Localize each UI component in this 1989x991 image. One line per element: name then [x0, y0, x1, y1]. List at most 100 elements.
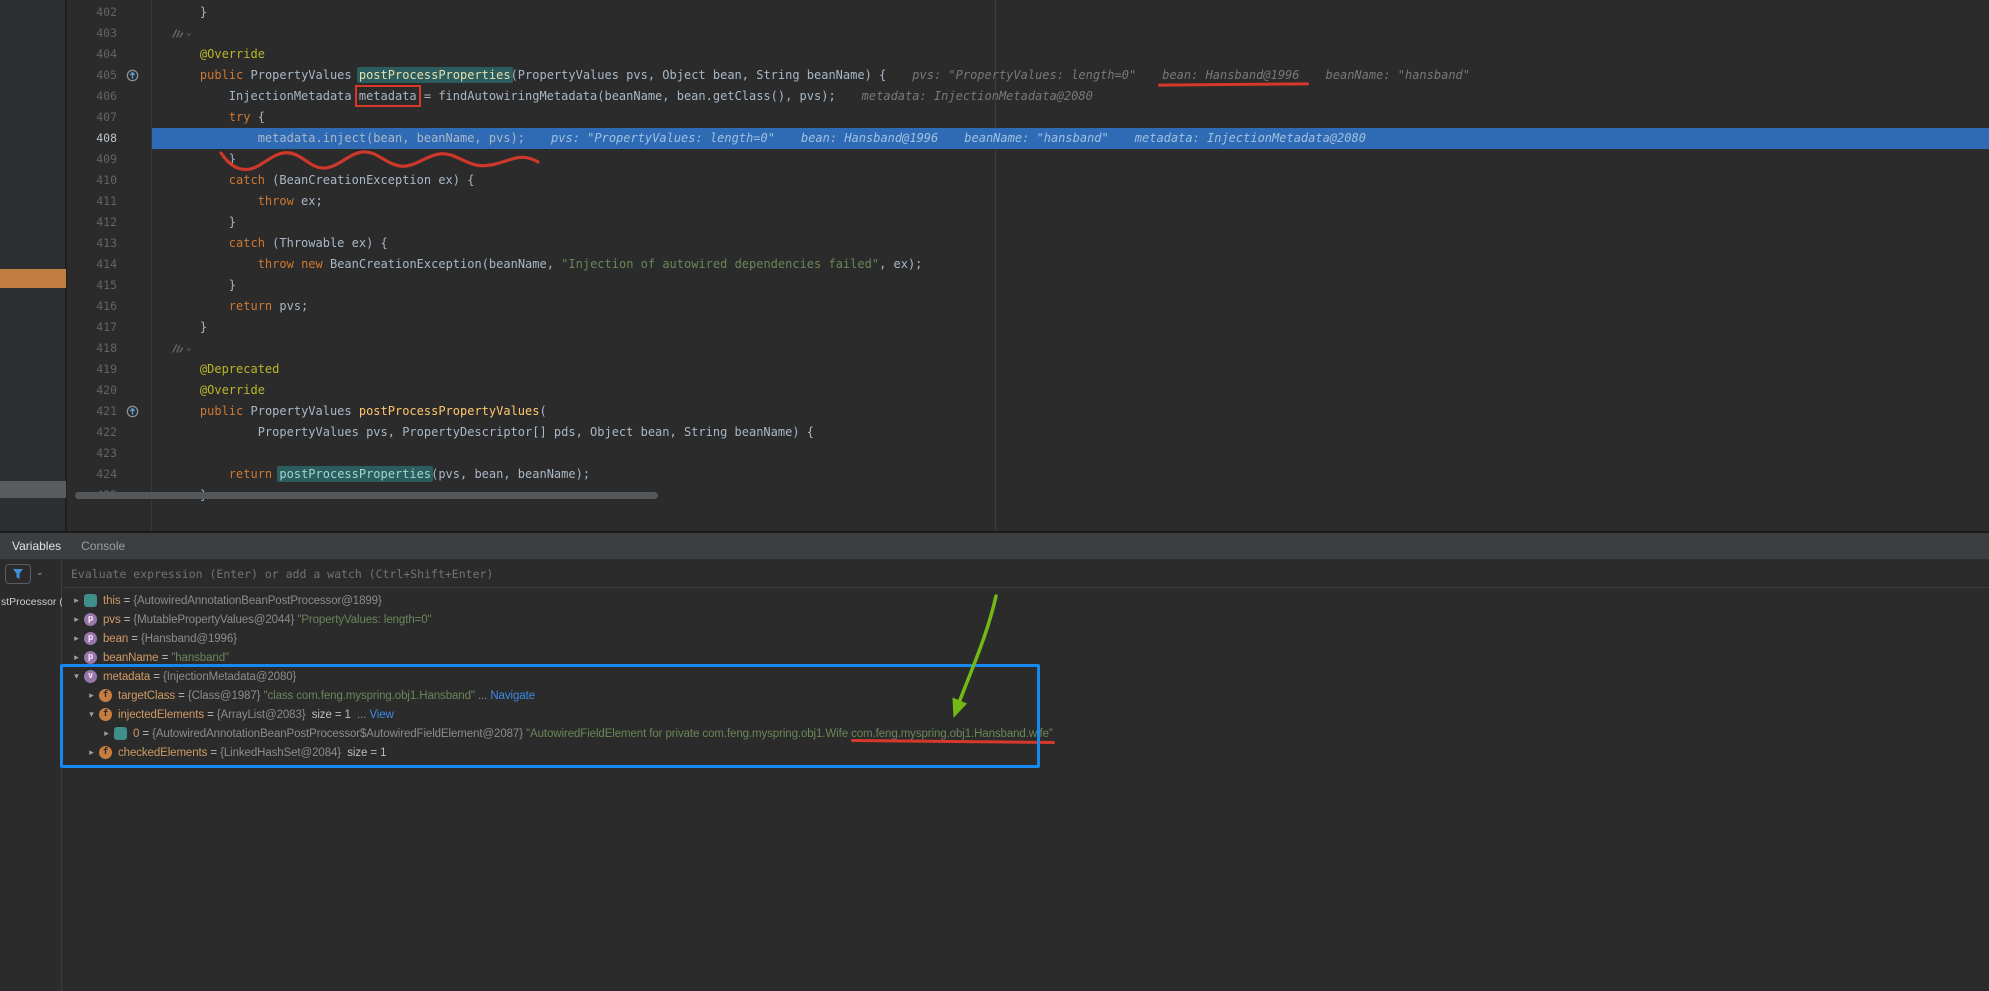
collapse-chevron-icon[interactable]: ▾	[69, 671, 84, 682]
code-content[interactable]: }	[152, 2, 1989, 23]
line-number[interactable]: 415	[67, 275, 117, 296]
editor-line[interactable]: 423	[67, 443, 1989, 464]
line-number[interactable]: 424	[67, 464, 117, 485]
editor-gutter-cell[interactable]: 408	[67, 128, 152, 149]
editor-gutter-cell[interactable]: 409	[67, 149, 152, 170]
expand-chevron-icon[interactable]: ▸	[69, 614, 84, 625]
line-number[interactable]: 420	[67, 380, 117, 401]
editor-gutter-cell[interactable]: 413	[67, 233, 152, 254]
editor-gutter-cell[interactable]: 416	[67, 296, 152, 317]
editor-gutter-cell[interactable]: 424	[67, 464, 152, 485]
code-content[interactable]: @Override	[152, 44, 1989, 65]
editor-gutter-cell[interactable]: 412	[67, 212, 152, 233]
editor-line[interactable]: 422 PropertyValues pvs, PropertyDescript…	[67, 422, 1989, 443]
code-content[interactable]: }	[152, 275, 1989, 296]
code-content[interactable]: metadata.inject(bean, beanName, pvs); pvs…	[152, 128, 1989, 149]
code-content[interactable]: public PropertyValues postProcessPropert…	[152, 65, 1989, 86]
editor-gutter-cell[interactable]: 418	[67, 338, 152, 359]
editor-gutter-cell[interactable]: 411	[67, 191, 152, 212]
code-content[interactable]	[152, 443, 1989, 464]
code-content[interactable]: }	[152, 317, 1989, 338]
editor-line[interactable]: 414 throw new BeanCreationException(bean…	[67, 254, 1989, 275]
horizontal-scrollbar-thumb[interactable]	[75, 492, 658, 499]
line-number[interactable]: 411	[67, 191, 117, 212]
editor-line[interactable]: 405 public PropertyValues postProcessPro…	[67, 65, 1989, 86]
code-content[interactable]: catch (BeanCreationException ex) {	[152, 170, 1989, 191]
code-editor[interactable]: 402 } 403 ⌄ 404 @Override 405 public Propert…	[67, 0, 1989, 531]
method-inlay-icon[interactable]: ⌄	[171, 338, 191, 359]
editor-line[interactable]: 409 }	[67, 149, 1989, 170]
evaluate-expression-input[interactable]: Evaluate expression (Enter) or add a wat…	[63, 562, 1989, 588]
editor-line[interactable]: 411 throw ex;	[67, 191, 1989, 212]
override-gutter-icon[interactable]	[117, 401, 147, 422]
line-number[interactable]: 416	[67, 296, 117, 317]
editor-line[interactable]: 402 }	[67, 2, 1989, 23]
chevron-down-icon[interactable]: ⌄	[36, 567, 44, 578]
editor-gutter-cell[interactable]: 402	[67, 2, 152, 23]
tab-variables[interactable]: Variables	[2, 533, 71, 559]
variable-row[interactable]: ▸ f targetClass = {Class@1987} "class com.…	[63, 686, 1989, 705]
editor-line[interactable]: 417 }	[67, 317, 1989, 338]
expand-chevron-icon[interactable]: ▸	[69, 595, 84, 606]
value-link[interactable]: View	[369, 709, 393, 721]
editor-line[interactable]: 419 @Deprecated	[67, 359, 1989, 380]
code-content[interactable]: return pvs;	[152, 296, 1989, 317]
line-number[interactable]: 421	[67, 401, 117, 422]
editor-gutter-cell[interactable]: 406	[67, 86, 152, 107]
left-panel-selected-item[interactable]	[0, 269, 66, 288]
editor-gutter-cell[interactable]: 420	[67, 380, 152, 401]
variable-row[interactable]: ▸ p bean = {Hansband@1996}	[63, 629, 1989, 648]
code-content[interactable]: @Override	[152, 380, 1989, 401]
editor-line[interactable]: 424 return postProcessProperties(pvs, be…	[67, 464, 1989, 485]
code-content[interactable]: throw new BeanCreationException(beanName…	[152, 254, 1989, 275]
expand-chevron-icon[interactable]: ▸	[69, 633, 84, 644]
line-number[interactable]: 413	[67, 233, 117, 254]
code-content[interactable]: throw ex;	[152, 191, 1989, 212]
editor-gutter-cell[interactable]: 415	[67, 275, 152, 296]
override-gutter-icon[interactable]	[117, 65, 147, 86]
code-content[interactable]: @Deprecated	[152, 359, 1989, 380]
variable-row[interactable]: ▸ ■ this = {AutowiredAnnotationBeanPostPro…	[63, 591, 1989, 610]
line-number[interactable]: 403	[67, 23, 117, 44]
editor-gutter-cell[interactable]: 417	[67, 317, 152, 338]
expand-chevron-icon[interactable]: ▸	[99, 728, 114, 739]
variable-row[interactable]: ▸ f checkedElements = {LinkedHashSet@2084}…	[63, 743, 1989, 762]
editor-line[interactable]: 420 @Override	[67, 380, 1989, 401]
editor-gutter-cell[interactable]: 405	[67, 65, 152, 86]
line-number[interactable]: 402	[67, 2, 117, 23]
editor-line[interactable]: 418 ⌄	[67, 338, 1989, 359]
variable-row[interactable]: ▸ p beanName = "hansband"	[63, 648, 1989, 667]
line-number[interactable]: 404	[67, 44, 117, 65]
line-number[interactable]: 405	[67, 65, 117, 86]
code-content[interactable]: }	[152, 212, 1989, 233]
code-content[interactable]: try {	[152, 107, 1989, 128]
editor-line[interactable]: 403 ⌄	[67, 23, 1989, 44]
editor-gutter-cell[interactable]: 410	[67, 170, 152, 191]
variable-row[interactable]: ▾ v metadata = {InjectionMetadata@2080}	[63, 667, 1989, 686]
variable-row[interactable]: ▾ f injectedElements = {ArrayList@2083} si…	[63, 705, 1989, 724]
expand-chevron-icon[interactable]: ▸	[69, 652, 84, 663]
editor-line[interactable]: 412 }	[67, 212, 1989, 233]
line-number[interactable]: 407	[67, 107, 117, 128]
line-number[interactable]: 408	[67, 128, 117, 149]
code-content[interactable]: public PropertyValues postProcessPropert…	[152, 401, 1989, 422]
editor-gutter-cell[interactable]: 404	[67, 44, 152, 65]
editor-gutter-cell[interactable]: 403	[67, 23, 152, 44]
editor-line[interactable]: 408 metadata.inject(bean, beanName, pvs)…	[67, 128, 1989, 149]
expand-chevron-icon[interactable]: ▸	[84, 690, 99, 701]
line-number[interactable]: 414	[67, 254, 117, 275]
method-inlay-icon[interactable]: ⌄	[171, 23, 191, 44]
editor-line[interactable]: 406 InjectionMetadata metadata = findAut…	[67, 85, 1989, 107]
code-content[interactable]: }	[152, 149, 1989, 170]
code-content[interactable]: InjectionMetadata metadata = findAutowir…	[152, 85, 1989, 107]
editor-gutter-cell[interactable]: 422	[67, 422, 152, 443]
editor-line[interactable]: 415 }	[67, 275, 1989, 296]
code-content[interactable]: PropertyValues pvs, PropertyDescriptor[]…	[152, 422, 1989, 443]
editor-line[interactable]: 407 try {	[67, 107, 1989, 128]
line-number[interactable]: 412	[67, 212, 117, 233]
editor-gutter-cell[interactable]: 423	[67, 443, 152, 464]
filter-button[interactable]	[5, 564, 31, 584]
line-number[interactable]: 418	[67, 338, 117, 359]
editor-line[interactable]: 410 catch (BeanCreationException ex) {	[67, 170, 1989, 191]
line-number[interactable]: 406	[67, 86, 117, 107]
